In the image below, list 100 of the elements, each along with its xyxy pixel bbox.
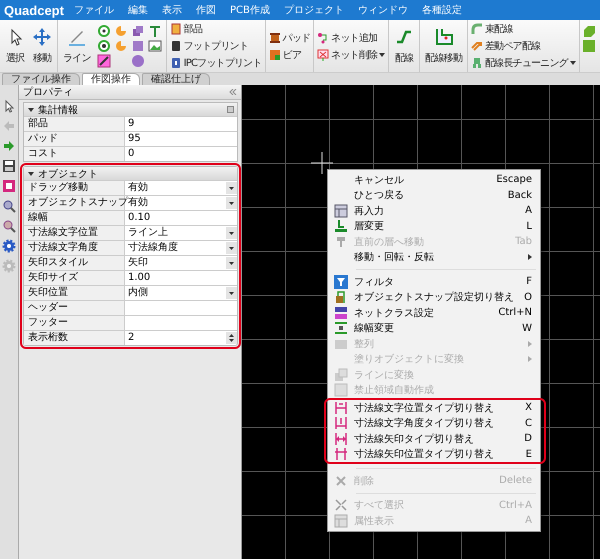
ribbon-button[interactable]: 配線 [391, 25, 418, 67]
shortcut-label: L [526, 220, 532, 232]
property-value[interactable]: 95 [125, 132, 237, 146]
app-logo: Quadcept [4, 2, 64, 18]
menu-item[interactable]: 編集 [128, 3, 148, 17]
dimension-icon [334, 432, 348, 446]
menu-item[interactable]: プロジェクト [284, 3, 344, 17]
shortcut-label: Tab [515, 236, 532, 248]
spin-button-icon[interactable] [226, 332, 237, 344]
property-label: 線幅 [24, 211, 125, 225]
collapse-icon[interactable] [229, 89, 237, 95]
property-label: 矢印サイズ [24, 271, 125, 285]
dropdown-caret-icon[interactable] [226, 182, 237, 194]
shortcut-label: Ctrl+A [498, 500, 532, 511]
list-icon [334, 306, 348, 320]
shapes-icon [334, 368, 348, 382]
shortcut-label: A [525, 205, 532, 216]
property-value[interactable]: 矢印 [125, 256, 237, 270]
section-header[interactable]: 集計情報 [24, 103, 237, 116]
menu-item[interactable]: 作図 [196, 3, 216, 17]
drawing-canvas[interactable] [242, 85, 600, 559]
property-label: パッド [24, 132, 125, 146]
menu-item[interactable]: 寸法線矢印タイプ切り替え D [328, 431, 540, 446]
tool-icon[interactable] [96, 54, 111, 68]
dropdown-caret-icon[interactable] [226, 257, 237, 269]
property-label: 寸法線文字角度 [24, 241, 125, 255]
menu-item[interactable]: 表示 [162, 3, 182, 17]
property-value[interactable]: 2 [125, 331, 237, 345]
dropdown-caret-icon[interactable] [226, 242, 237, 254]
ribbon-button[interactable]: フットプリント [168, 38, 250, 54]
spool-icon [268, 32, 281, 44]
ribbon-button[interactable]: IPCフットプリント [168, 55, 263, 71]
dropdown-caret-icon[interactable] [226, 197, 237, 209]
settings-icon[interactable] [2, 239, 16, 253]
property-value[interactable]: 9 [125, 117, 237, 131]
ribbon-button[interactable]: ライン [60, 25, 94, 67]
caret-icon [570, 61, 576, 65]
grid-icon [334, 204, 348, 218]
zoom-out-icon[interactable] [2, 219, 16, 233]
ribbon-button[interactable]: 移動 [29, 25, 55, 67]
square-icon [268, 48, 281, 60]
property-value[interactable]: 0.10 [125, 211, 237, 225]
shortcut-label: E [526, 448, 532, 460]
dimension-icon [334, 400, 348, 415]
section-header[interactable]: オブジェクト [24, 167, 237, 180]
menu-item[interactable]: 層変更 L [328, 218, 540, 234]
menu-item[interactable]: ファイル [74, 3, 114, 17]
menu-item[interactable]: 寸法線矢印位置タイプ切り替え E [328, 446, 540, 462]
ribbon-button[interactable]: 差動ペア配線 [470, 38, 542, 54]
ribbon-button[interactable]: 配線長チューニング [470, 55, 577, 71]
delete-box-icon [317, 48, 330, 60]
ribbon-button[interactable]: 選択 [2, 25, 28, 67]
menu-item[interactable]: ネットクラス設定 Ctrl+N [328, 305, 540, 320]
ribbon-tab[interactable]: ファイル操作 [2, 73, 80, 85]
property-label: 矢印スタイル [24, 256, 125, 270]
shortcut-label: Delete [499, 475, 532, 486]
tool-icon[interactable] [96, 24, 111, 38]
menu-item[interactable]: 線幅変更 W [328, 320, 540, 336]
ribbon-button[interactable]: ビア [268, 46, 302, 62]
property-value[interactable]: 0 [125, 147, 237, 161]
tool-icon[interactable] [148, 39, 162, 53]
ribbon-tab[interactable]: 作図操作 [82, 73, 140, 85]
dropdown-caret-icon[interactable] [226, 287, 237, 299]
property-value[interactable]: 寸法線角度 [125, 241, 237, 255]
ribbon-tab[interactable]: 確認仕上げ [142, 73, 210, 85]
property-value[interactable]: ライン上 [125, 226, 237, 240]
shortcut-label: O [524, 292, 532, 303]
shortcut-label: Back [508, 190, 532, 201]
property-value[interactable]: 1.00 [125, 271, 237, 285]
shortcut-label: W [522, 322, 532, 334]
crosshair-cursor [311, 152, 333, 174]
property-label: ヘッダー [24, 301, 125, 315]
zoom-in-icon[interactable] [2, 199, 16, 213]
ribbon-button[interactable]: 配線移動 [422, 25, 466, 67]
tool-icon[interactable] [96, 39, 111, 53]
menu-item[interactable]: 再入力 A [328, 203, 540, 218]
menu-item[interactable]: 移動・回転・反転 [328, 250, 540, 265]
ribbon-button[interactable]: ネット削除 [316, 46, 386, 62]
menu-item[interactable]: 寸法線文字位置タイプ切り替え X [328, 400, 540, 416]
arrow-right-icon[interactable] [2, 139, 16, 153]
property-label: コスト [24, 147, 125, 161]
ribbon-button[interactable]: ネット追加 [316, 30, 378, 46]
ribbon-button[interactable]: 部品 [168, 21, 204, 37]
menu-item[interactable]: フィルタ F [328, 274, 540, 290]
dropdown-caret-icon[interactable] [226, 227, 237, 239]
property-value[interactable]: 有効 [125, 181, 237, 195]
shortcut-label: Escape [496, 174, 532, 186]
property-value[interactable]: 内側 [125, 286, 237, 300]
menu-item[interactable]: PCB作成 [230, 3, 270, 17]
menu-item[interactable]: ひとつ戻る Back [328, 188, 540, 203]
menu-item[interactable]: 各種設定 [422, 3, 462, 17]
chip-icon [170, 57, 182, 69]
menu-item[interactable]: キャンセル Escape [328, 172, 540, 188]
ribbon-button[interactable]: 束配線 [470, 21, 514, 37]
panel-title: プロパティ [23, 86, 73, 99]
menu-item[interactable]: 寸法線文字角度タイプ切り替え C [328, 416, 540, 431]
save-icon[interactable] [2, 159, 16, 173]
menu-item[interactable]: オブジェクトスナップ設定切り替え O [328, 290, 540, 305]
ribbon-button[interactable]: パッド [268, 30, 312, 46]
menu-item[interactable]: ウィンドウ [358, 3, 408, 17]
